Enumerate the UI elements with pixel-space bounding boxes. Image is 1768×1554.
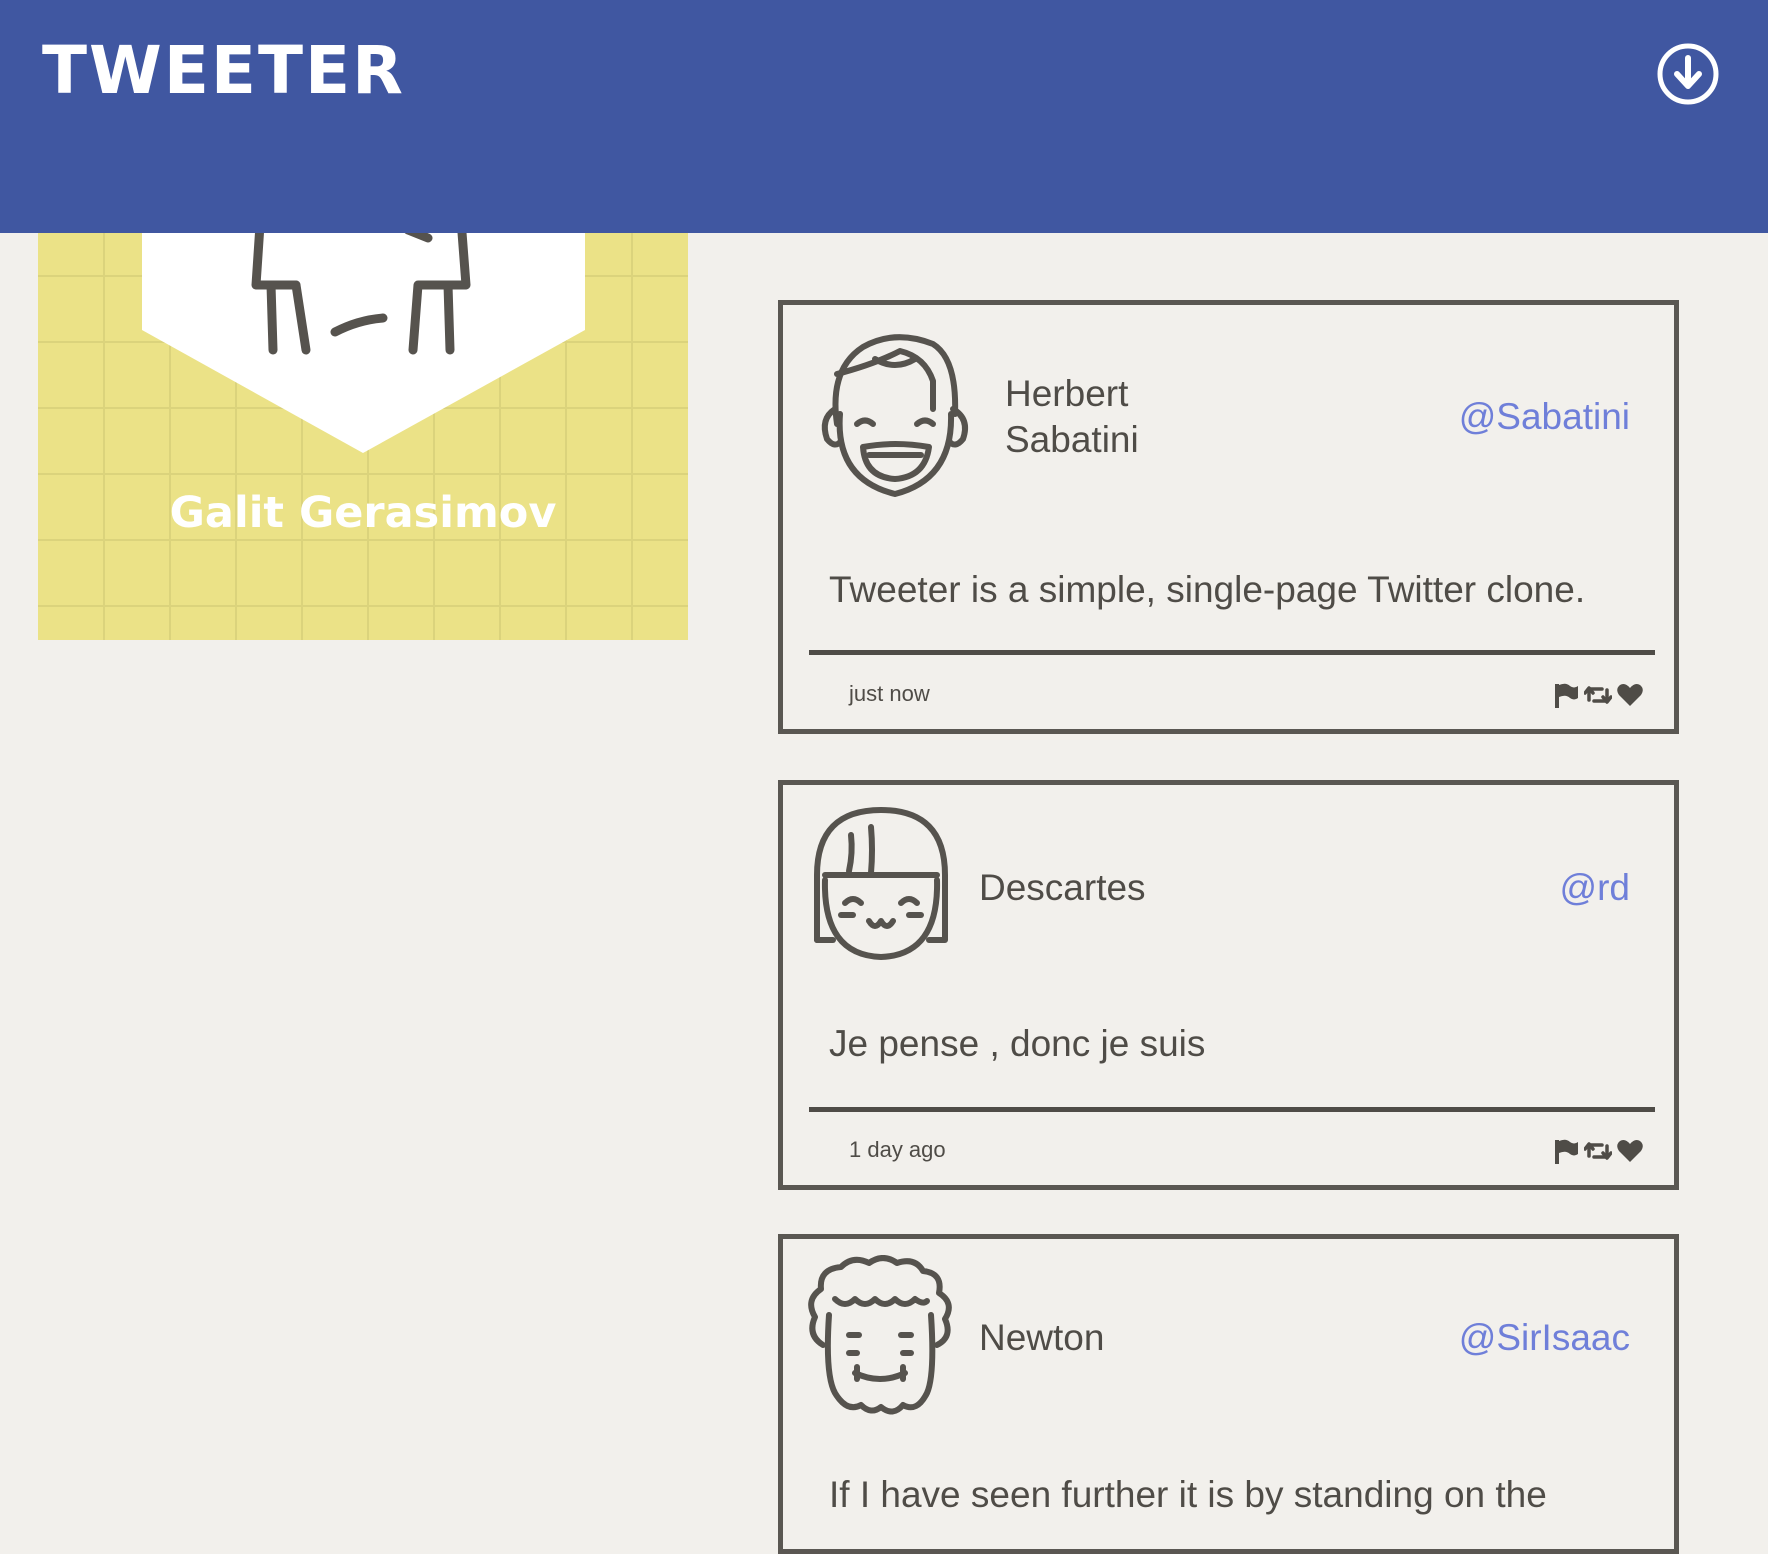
retweet-icon[interactable] xyxy=(1583,1138,1613,1164)
tweet-card: Herbert Sabatini @Sabatini Tweeter is a … xyxy=(778,300,1679,734)
tweet-divider xyxy=(809,1107,1655,1112)
tweet-timestamp: just now xyxy=(849,681,930,706)
tweet-card: Newton @SirIsaac If I have seen further … xyxy=(778,1234,1679,1554)
girl-avatar-icon xyxy=(814,807,948,960)
profile-emblem-icon xyxy=(142,180,585,453)
tweet-divider xyxy=(809,650,1655,655)
retweet-icon[interactable] xyxy=(1583,682,1613,708)
tweet-text: Tweeter is a simple, single-page Twitter… xyxy=(829,569,1586,610)
tweet-handle[interactable]: @SirIsaac xyxy=(1459,1315,1630,1361)
tweet-author-name[interactable]: Descartes xyxy=(979,865,1146,911)
tweet-author-last: Sabatini xyxy=(1005,419,1139,460)
download-circle-icon[interactable] xyxy=(1656,42,1720,106)
tweet-handle[interactable]: @Sabatini xyxy=(1459,394,1630,440)
app-header: TWEETER xyxy=(0,0,1768,233)
tweet-handle[interactable]: @rd xyxy=(1560,865,1630,911)
tweet-actions xyxy=(1552,1138,1648,1164)
tweet-text: If I have seen further it is by standing… xyxy=(829,1474,1547,1515)
tweet-text: Je pense , donc je suis xyxy=(829,1023,1206,1064)
flag-icon[interactable] xyxy=(1552,682,1580,708)
brand-logo[interactable]: TWEETER xyxy=(42,38,405,104)
profile-name[interactable]: Galit Gerasimov xyxy=(38,488,688,538)
tweet-author-first: Herbert xyxy=(1005,373,1129,414)
heart-icon[interactable] xyxy=(1616,1138,1644,1164)
tweet-actions xyxy=(1552,682,1648,708)
tweet-card: Descartes @rd Je pense , donc je suis 1 … xyxy=(778,780,1679,1190)
profile-card xyxy=(38,180,688,640)
curly-haired-man-avatar-icon xyxy=(808,1255,952,1415)
smiling-man-avatar-icon xyxy=(821,334,968,497)
tweet-timestamp: 1 day ago xyxy=(849,1137,946,1162)
flag-icon[interactable] xyxy=(1552,1138,1580,1164)
tweet-author-name[interactable]: Newton xyxy=(979,1315,1104,1361)
heart-icon[interactable] xyxy=(1616,682,1644,708)
tweet-author-name[interactable]: Herbert Sabatini xyxy=(1005,371,1139,463)
